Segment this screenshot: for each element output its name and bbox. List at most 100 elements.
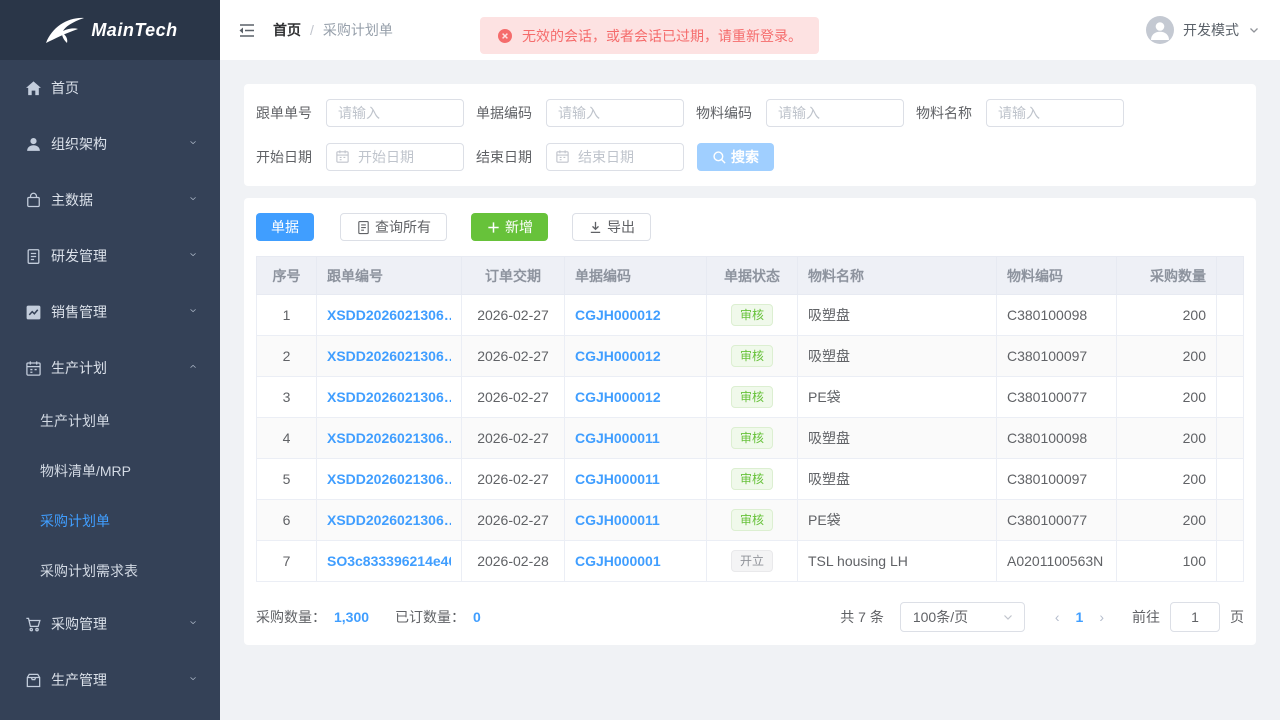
- doc-no-link[interactable]: CGJH000011: [575, 471, 696, 487]
- user-icon: [25, 136, 42, 153]
- cart-icon: [25, 616, 42, 633]
- cell-follow-no: XSDD2026021306…: [317, 377, 462, 418]
- query-all-button[interactable]: 查询所有: [340, 213, 447, 241]
- table-row: 5XSDD2026021306…2026-02-27CGJH000011审核吸塑…: [257, 459, 1244, 500]
- follow-no-link[interactable]: XSDD2026021306…: [327, 471, 451, 487]
- prev-page-button[interactable]: ‹: [1045, 609, 1070, 625]
- filter-field: 跟单单号: [256, 99, 464, 127]
- status-badge: 审核: [731, 427, 773, 449]
- cell-status: 审核: [707, 500, 798, 541]
- follow-no-link[interactable]: XSDD2026021306…: [327, 389, 451, 405]
- filter-input[interactable]: [326, 99, 464, 127]
- column-header-2: 订单交期: [462, 257, 565, 295]
- date-input[interactable]: [546, 143, 684, 171]
- table-row: 1XSDD2026021306…2026-02-27CGJH000012审核吸塑…: [257, 295, 1244, 336]
- sidebar-item-label: 组织架构: [51, 134, 188, 154]
- goto-page-input[interactable]: [1170, 602, 1220, 632]
- cell-doc-no: CGJH000001: [565, 541, 707, 582]
- follow-no-link[interactable]: SO3c833396214e40: [327, 553, 451, 569]
- sidebar-subitem[interactable]: 生产计划单: [0, 396, 220, 446]
- date-input[interactable]: [326, 143, 464, 171]
- doc-no-link[interactable]: CGJH000011: [575, 430, 696, 446]
- cell-material-code: A0201100563N: [997, 541, 1117, 582]
- chevron-down-icon: [188, 306, 200, 318]
- breadcrumb-current: 采购计划单: [323, 20, 393, 40]
- column-header-3: 单据编码: [565, 257, 707, 295]
- column-header-7: 采购数量: [1117, 257, 1217, 295]
- chevron-down-icon[interactable]: [1248, 24, 1260, 36]
- table-panel: 单据查询所有新增导出 序号跟单编号订单交期单据编码单据状态物料名称物料编码采购数…: [244, 198, 1256, 645]
- cell-qty: 100: [1117, 541, 1217, 582]
- sidebar-subitem[interactable]: 物料清单/MRP: [0, 446, 220, 496]
- filter-date-field: 结束日期: [476, 143, 684, 171]
- brand-swoosh-icon: [42, 13, 88, 47]
- column-header-4: 单据状态: [707, 257, 798, 295]
- search-button[interactable]: 搜索: [697, 143, 774, 171]
- sidebar-item-5[interactable]: 销售管理: [0, 284, 220, 340]
- sidebar-item-label: 生产计划: [51, 358, 188, 378]
- cell-qty: 200: [1117, 459, 1217, 500]
- export-button[interactable]: 导出: [572, 213, 651, 241]
- avatar[interactable]: [1146, 16, 1174, 44]
- cell-follow-no: XSDD2026021306…: [317, 500, 462, 541]
- user-avatar-icon: [1146, 16, 1174, 44]
- sidebar-item-2[interactable]: 组织架构: [0, 116, 220, 172]
- doc-no-link[interactable]: CGJH000012: [575, 348, 696, 364]
- sidebar-item-3[interactable]: 主数据: [0, 172, 220, 228]
- purchase-qty-label: 采购数量：: [256, 607, 326, 627]
- breadcrumb-home[interactable]: 首页: [273, 20, 301, 40]
- add-button[interactable]: 新增: [471, 213, 548, 241]
- cell-follow-no: XSDD2026021306…: [317, 418, 462, 459]
- user-name[interactable]: 开发模式: [1183, 20, 1239, 40]
- doc-no-link[interactable]: CGJH000012: [575, 389, 696, 405]
- follow-no-link[interactable]: XSDD2026021306…: [327, 512, 451, 528]
- next-page-button[interactable]: ›: [1089, 609, 1114, 625]
- sidebar-subitem[interactable]: 采购计划需求表: [0, 546, 220, 596]
- sidebar-collapse-icon[interactable]: [238, 23, 256, 38]
- doc-mode-button[interactable]: 单据: [256, 213, 314, 241]
- sidebar: MainTech 首页组织架构主数据研发管理销售管理生产计划生产计划单物料清单/…: [0, 0, 220, 720]
- cell-empty: [1217, 295, 1244, 336]
- cell-qty: 200: [1117, 418, 1217, 459]
- filter-input[interactable]: [546, 99, 684, 127]
- sidebar-item-4[interactable]: 研发管理: [0, 228, 220, 284]
- current-page[interactable]: 1: [1070, 609, 1090, 625]
- topbar: 首页 / 采购计划单 无效的会话，或者会话已过期，请重新登录。 开发模式: [220, 0, 1280, 60]
- cell-qty: 200: [1117, 377, 1217, 418]
- breadcrumb-separator: /: [310, 22, 314, 38]
- cell-follow-no: XSDD2026021306…: [317, 336, 462, 377]
- sidebar-item-7[interactable]: 采购管理: [0, 596, 220, 652]
- follow-no-link[interactable]: XSDD2026021306…: [327, 307, 451, 323]
- chevron-up-icon: [188, 362, 200, 374]
- page-size-select[interactable]: 100条/页: [900, 602, 1025, 632]
- sidebar-item-1[interactable]: 首页: [0, 60, 220, 116]
- chevron-down-icon: [188, 250, 200, 262]
- sidebar-subitem[interactable]: 采购计划单: [0, 496, 220, 546]
- cell-material-code: C380100077: [997, 377, 1117, 418]
- follow-no-link[interactable]: XSDD2026021306…: [327, 430, 451, 446]
- ordered-qty-value: 0: [473, 609, 481, 625]
- doc-no-link[interactable]: CGJH000001: [575, 553, 696, 569]
- filter-input[interactable]: [986, 99, 1124, 127]
- cell-delivery-date: 2026-02-27: [462, 295, 565, 336]
- cell-material-code: C380100098: [997, 418, 1117, 459]
- user-menu[interactable]: 开发模式: [1146, 16, 1260, 44]
- sidebar-item-6[interactable]: 生产计划: [0, 340, 220, 396]
- filter-field: 物料编码: [696, 99, 904, 127]
- cell-follow-no: SO3c833396214e40: [317, 541, 462, 582]
- cell-seq: 7: [257, 541, 317, 582]
- cell-material-code: C380100098: [997, 295, 1117, 336]
- cell-qty: 200: [1117, 295, 1217, 336]
- follow-no-link[interactable]: XSDD2026021306…: [327, 348, 451, 364]
- cell-seq: 6: [257, 500, 317, 541]
- cell-material-code: C380100097: [997, 336, 1117, 377]
- sidebar-item-8[interactable]: 生产管理: [0, 652, 220, 708]
- column-header-0: 序号: [257, 257, 317, 295]
- toolbar: 单据查询所有新增导出: [256, 213, 1244, 241]
- cell-doc-no: CGJH000011: [565, 500, 707, 541]
- doc-no-link[interactable]: CGJH000012: [575, 307, 696, 323]
- filter-input[interactable]: [766, 99, 904, 127]
- cell-empty: [1217, 336, 1244, 377]
- cell-follow-no: XSDD2026021306…: [317, 459, 462, 500]
- doc-no-link[interactable]: CGJH000011: [575, 512, 696, 528]
